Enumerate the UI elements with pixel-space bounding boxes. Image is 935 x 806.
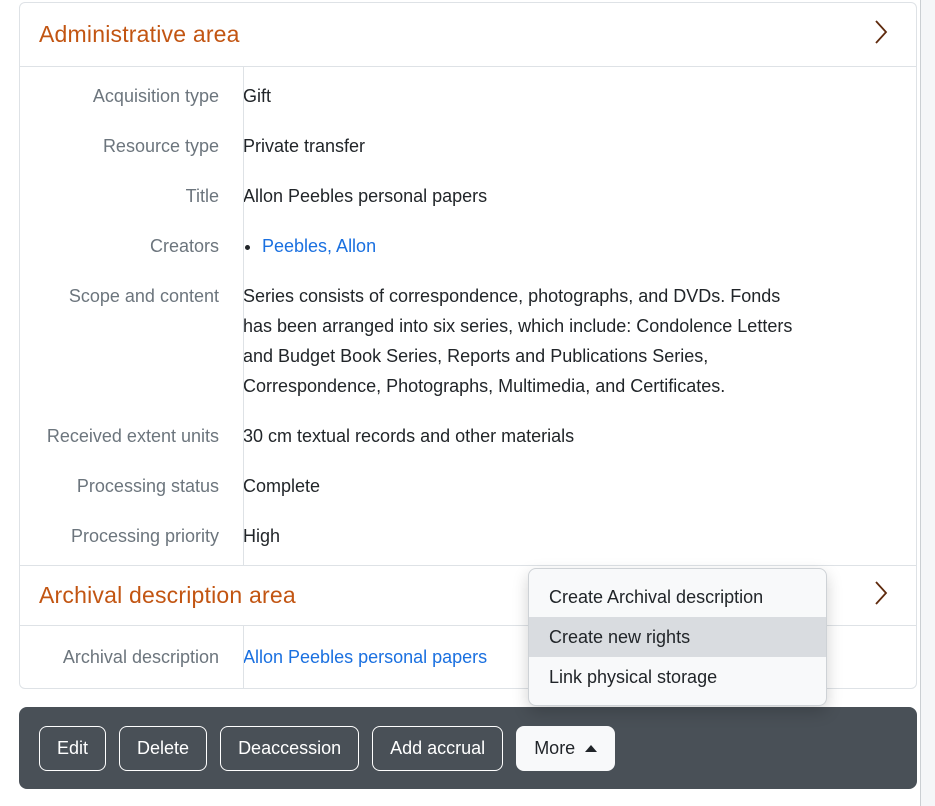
row-title: Title Allon Peebles personal papers <box>20 171 916 221</box>
section-title-archival-description-area: Archival description area <box>39 582 296 609</box>
row-acquisition-type: Acquisition type Gift <box>20 71 916 121</box>
archival-description-link[interactable]: Allon Peebles personal papers <box>243 647 487 667</box>
field-value: Allon Peebles personal papers <box>231 171 916 221</box>
chevron-right-icon[interactable] <box>873 19 889 50</box>
field-label: Scope and content <box>20 271 231 411</box>
field-label: Title <box>20 171 231 221</box>
deaccession-button[interactable]: Deaccession <box>220 726 359 771</box>
field-value: Gift <box>231 71 916 121</box>
accession-view-page: Administrative area Acquisition type Gif… <box>0 0 935 806</box>
more-button[interactable]: More <box>516 726 615 771</box>
row-processing-status: Processing status Complete <box>20 461 916 511</box>
field-value: Complete <box>231 461 916 511</box>
field-value: Private transfer <box>231 121 916 171</box>
field-label: Acquisition type <box>20 71 231 121</box>
field-label: Creators <box>20 221 231 271</box>
row-received-extent-units: Received extent units 30 cm textual reco… <box>20 411 916 461</box>
vertical-scrollbar-track[interactable] <box>920 0 935 806</box>
field-value: Series consists of correspondence, photo… <box>231 271 916 411</box>
action-toolbar: Edit Delete Deaccession Add accrual More <box>19 707 917 789</box>
row-resource-type: Resource type Private transfer <box>20 121 916 171</box>
add-accrual-button[interactable]: Add accrual <box>372 726 503 771</box>
menu-item-link-physical-storage[interactable]: Link physical storage <box>529 657 826 697</box>
creator-list-item: Peebles, Allon <box>262 231 890 261</box>
delete-button[interactable]: Delete <box>119 726 207 771</box>
more-dropup-menu: Create Archival description Create new r… <box>528 568 827 706</box>
field-value: Peebles, Allon <box>231 221 916 271</box>
administrative-fields-table: Acquisition type Gift Resource type Priv… <box>20 67 916 566</box>
row-creators: Creators Peebles, Allon <box>20 221 916 271</box>
row-scope-and-content: Scope and content Series consists of cor… <box>20 271 916 411</box>
edit-button[interactable]: Edit <box>39 726 106 771</box>
section-header-administrative-area[interactable]: Administrative area <box>20 3 916 67</box>
field-label: Received extent units <box>20 411 231 461</box>
field-label: Archival description <box>20 630 231 684</box>
menu-item-create-new-rights[interactable]: Create new rights <box>529 617 826 657</box>
menu-item-create-archival-description[interactable]: Create Archival description <box>529 577 826 617</box>
field-label: Processing status <box>20 461 231 511</box>
field-label: Resource type <box>20 121 231 171</box>
field-label: Processing priority <box>20 511 231 561</box>
section-title-administrative-area: Administrative area <box>39 21 240 48</box>
field-value: 30 cm textual records and other material… <box>231 411 916 461</box>
caret-up-icon <box>585 745 597 752</box>
more-button-label: More <box>534 735 575 762</box>
creator-link[interactable]: Peebles, Allon <box>262 236 376 256</box>
chevron-right-icon[interactable] <box>873 580 889 611</box>
field-value: High <box>231 511 916 561</box>
row-processing-priority: Processing priority High <box>20 511 916 561</box>
